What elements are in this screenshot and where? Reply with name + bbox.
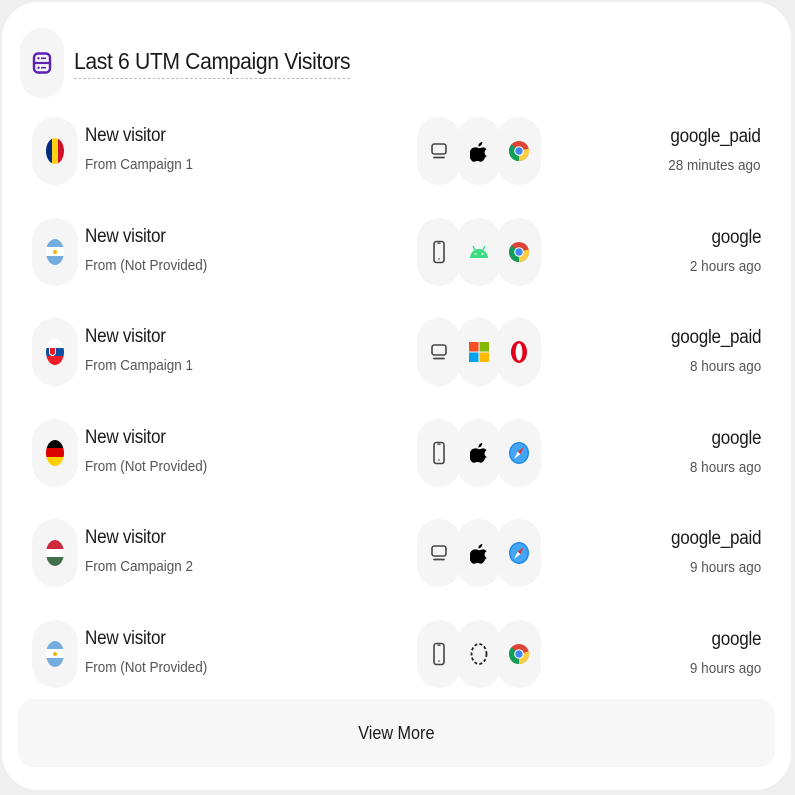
- visitor-meta: google_paid 9 hours ago: [661, 528, 761, 576]
- desktop-device-icon: [417, 318, 461, 386]
- visitor-name[interactable]: New visitor: [85, 326, 193, 348]
- visitor-meta: google_paid 8 hours ago: [661, 327, 761, 375]
- visitor-info: New visitor From Campaign 2: [85, 527, 205, 575]
- visitor-name[interactable]: New visitor: [85, 125, 193, 147]
- flag-hungary-icon: [32, 519, 78, 587]
- windows-os-icon: [457, 318, 501, 386]
- card-title[interactable]: Last 6 UTM Campaign Visitors: [74, 47, 351, 79]
- utm-source: google: [711, 628, 761, 650]
- visit-time: 9 hours ago: [689, 559, 761, 576]
- visitor-tech-badges: [417, 217, 541, 286]
- visit-time: 8 hours ago: [689, 458, 761, 476]
- utm-visitors-card: Last 6 UTM Campaign Visitors New visitor…: [2, 2, 791, 790]
- safari-browser-icon: [497, 519, 541, 587]
- flag-argentina-icon: [32, 217, 78, 286]
- visitor-name[interactable]: New visitor: [85, 427, 207, 449]
- mobile-device-icon: [417, 217, 461, 286]
- view-more-label: View More: [358, 722, 435, 743]
- android-os-icon: [457, 217, 501, 286]
- visitor-campaign: From (Not Provided): [85, 256, 208, 274]
- utm-source: google_paid: [670, 528, 761, 549]
- visitor-campaign: From Campaign 2: [85, 558, 194, 575]
- chrome-browser-icon: [497, 217, 541, 286]
- utm-source: google_paid: [670, 327, 761, 348]
- visitor-meta: google 2 hours ago: [682, 226, 762, 275]
- visitor-row[interactable]: New visitor From Campaign 1 google_paid …: [2, 117, 791, 187]
- visitor-meta: google_paid 28 minutes ago: [658, 126, 762, 174]
- visitor-name[interactable]: New visitor: [85, 527, 193, 549]
- chrome-browser-icon: [497, 619, 541, 688]
- visit-time: 2 hours ago: [689, 257, 761, 275]
- desktop-device-icon: [417, 117, 461, 185]
- utm-source: google_paid: [670, 126, 761, 147]
- visitor-meta: google 9 hours ago: [682, 628, 762, 677]
- visitor-row[interactable]: New visitor From Campaign 1 google_paid …: [2, 318, 791, 388]
- visitor-tech-badges: [417, 619, 541, 688]
- visit-time: 9 hours ago: [689, 659, 761, 677]
- visitor-name[interactable]: New visitor: [85, 226, 207, 248]
- apple-os-icon: [457, 117, 501, 185]
- flag-germany-icon: [32, 418, 78, 487]
- visitor-tech-badges: [417, 418, 541, 487]
- visit-time: 8 hours ago: [689, 358, 761, 375]
- flag-slovakia-icon: [32, 318, 78, 386]
- visitor-campaign: From (Not Provided): [85, 457, 208, 475]
- visitor-row[interactable]: New visitor From (Not Provided) google 8…: [2, 418, 791, 489]
- visitor-campaign: From Campaign 1: [85, 357, 194, 374]
- utm-source: google: [711, 427, 761, 449]
- visitor-meta: google 8 hours ago: [682, 427, 762, 476]
- visitor-campaign: From (Not Provided): [85, 658, 208, 676]
- visitor-campaign: From Campaign 1: [85, 156, 194, 173]
- utm-source: google: [711, 226, 761, 248]
- visitor-info: New visitor From Campaign 1: [85, 326, 205, 374]
- desktop-device-icon: [417, 519, 461, 587]
- visitor-info: New visitor From (Not Provided): [85, 628, 221, 676]
- apple-os-icon: [457, 418, 501, 487]
- mobile-device-icon: [417, 619, 461, 688]
- opera-browser-icon: [497, 318, 541, 386]
- apple-os-icon: [457, 519, 501, 587]
- chrome-browser-icon: [497, 117, 541, 185]
- mobile-device-icon: [417, 418, 461, 487]
- flag-romania-icon: [32, 117, 78, 185]
- visitor-row[interactable]: New visitor From (Not Provided) google 9…: [2, 619, 791, 690]
- visitor-info: New visitor From (Not Provided): [85, 226, 221, 274]
- view-more-button[interactable]: View More: [18, 699, 775, 767]
- unknown-os-icon: [457, 619, 501, 688]
- visitor-tech-badges: [417, 117, 541, 185]
- visitor-tech-badges: [417, 318, 541, 386]
- visitor-info: New visitor From (Not Provided): [85, 427, 221, 475]
- card-header: Last 6 UTM Campaign Visitors: [20, 28, 374, 98]
- visit-time: 28 minutes ago: [668, 157, 761, 174]
- visitor-tech-badges: [417, 519, 541, 587]
- visitor-row[interactable]: New visitor From Campaign 2 google_paid …: [2, 519, 791, 589]
- visitor-row[interactable]: New visitor From (Not Provided) google 2…: [2, 217, 791, 288]
- safari-browser-icon: [497, 418, 541, 487]
- visitor-name[interactable]: New visitor: [85, 628, 207, 650]
- server-list-icon: [20, 28, 64, 98]
- flag-argentina-icon: [32, 619, 78, 688]
- visitor-info: New visitor From Campaign 1: [85, 125, 205, 173]
